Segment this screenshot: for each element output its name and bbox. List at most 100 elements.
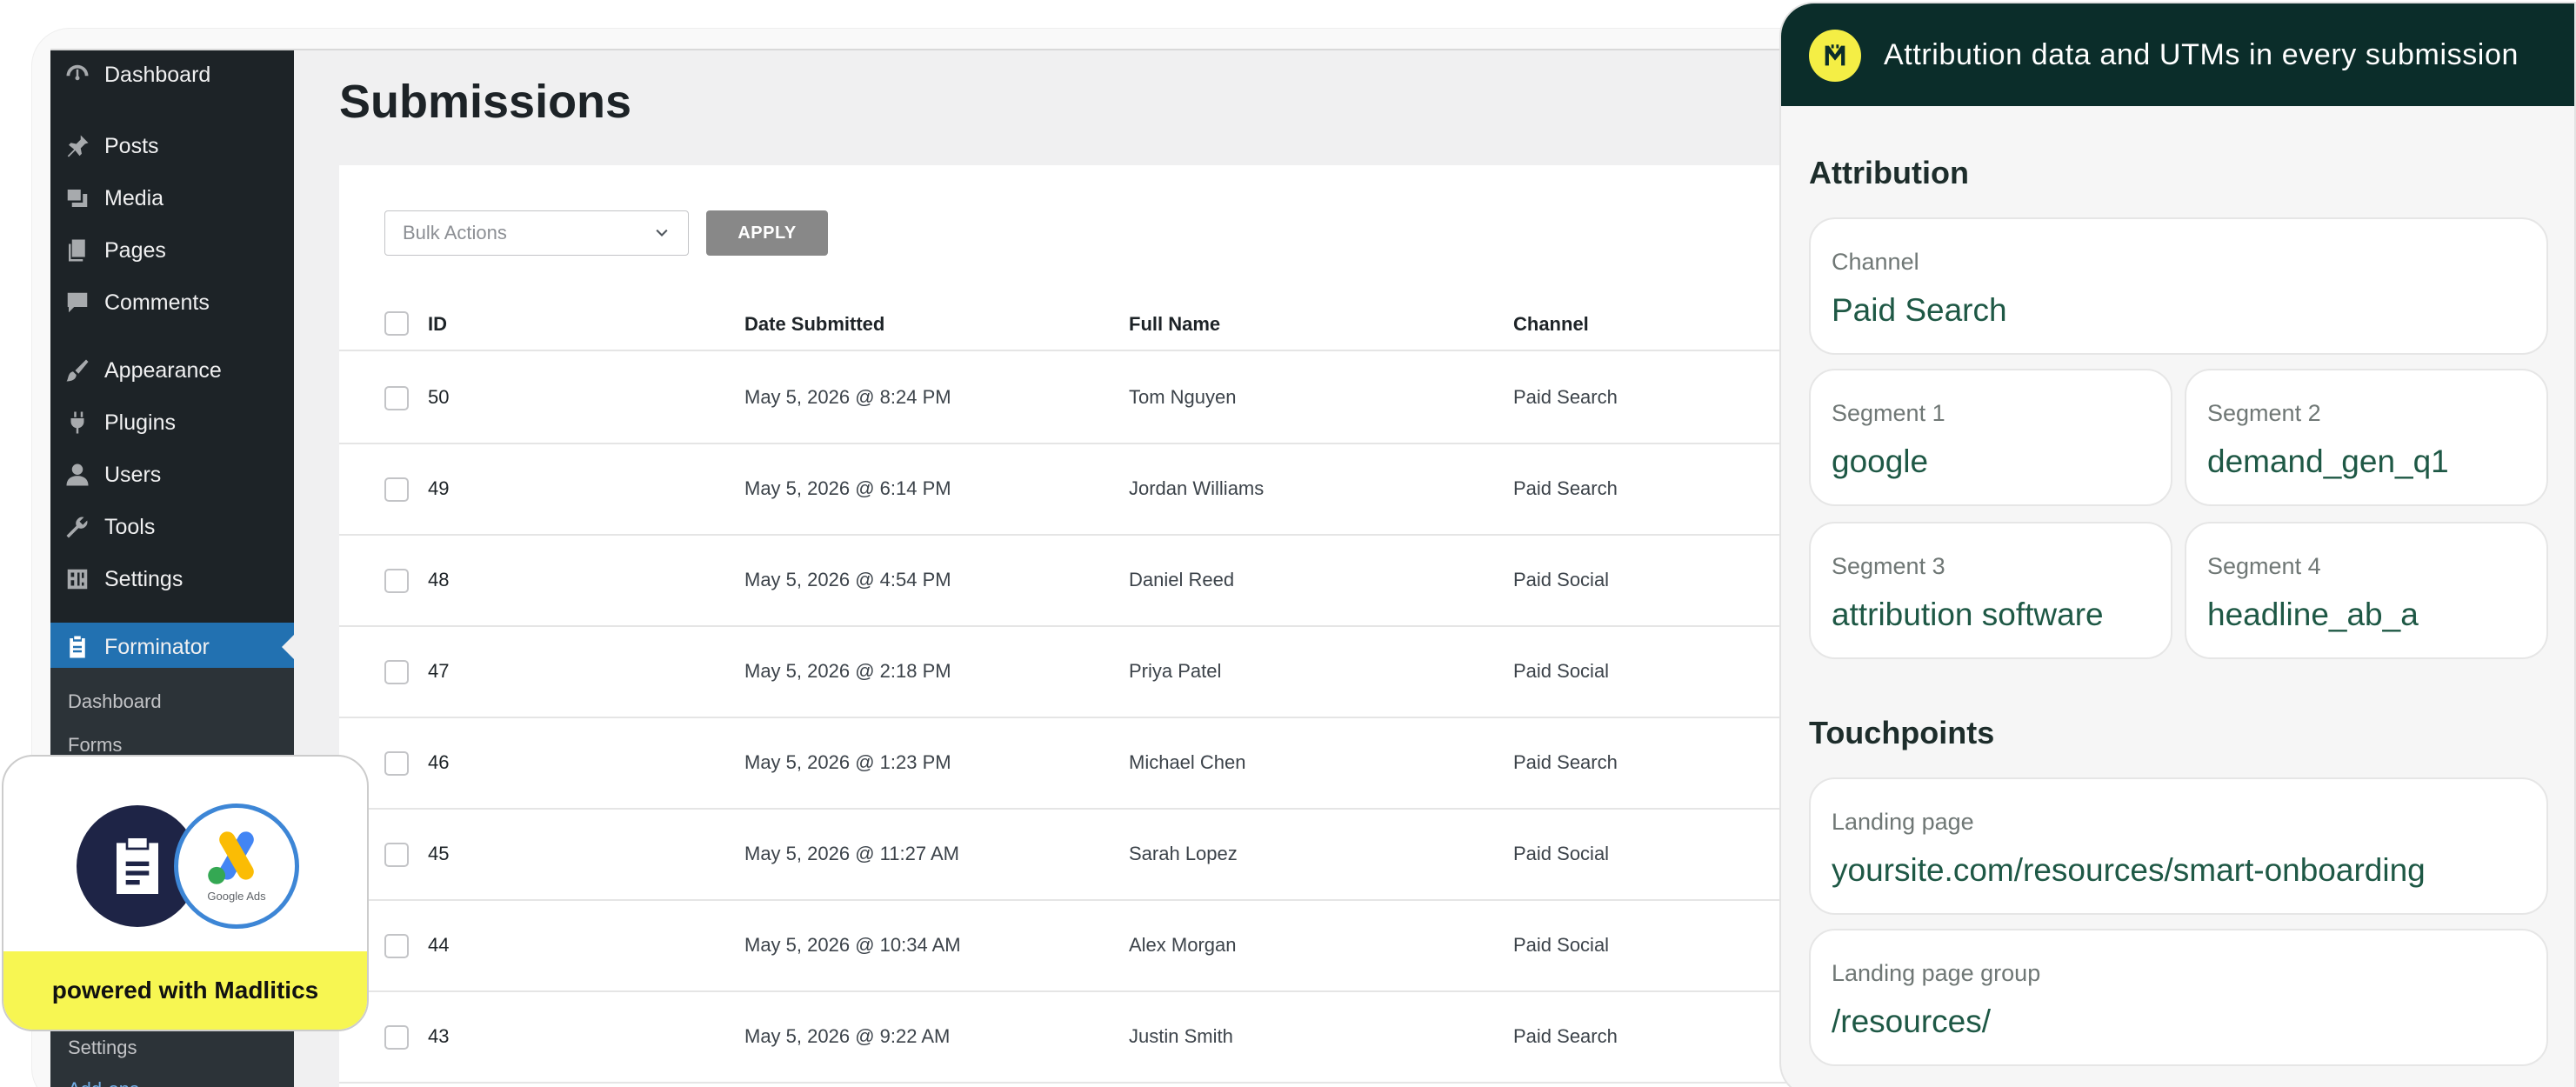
cell-full-name: Sarah Lopez [1129,843,1238,864]
attribution-heading: Attribution [1809,155,1969,190]
field-label: Landing page group [1832,960,2041,986]
submenu-item-settings[interactable]: Settings [68,1037,137,1059]
sidebar-item-posts[interactable]: Posts [50,122,294,170]
field-label: Channel [1832,249,1919,275]
sidebar-item-settings[interactable]: Settings [50,555,294,604]
sidebar-item-label: Settings [104,566,184,591]
column-header-date-submitted[interactable]: Date Submitted [744,313,884,336]
submissions-card: Bulk Actions APPLY ID Date Submitted Ful… [339,165,1790,1087]
sidebar-item-forminator[interactable]: Forminator [50,623,294,671]
cell-channel: Paid Social [1513,934,1610,956]
cell-full-name: Priya Patel [1129,660,1222,682]
google-ads-logo: Google Ads [174,804,299,929]
cell-full-name: Jordan Williams [1129,477,1265,499]
cell-id: 43 [428,1025,450,1047]
cell-date-submitted: May 5, 2026 @ 9:22 AM [744,1025,951,1047]
main-content: Submissions Bulk Actions APPLY ID Date S… [294,50,1790,1087]
sidebar-item-comments[interactable]: Comments [50,278,294,327]
row-checkbox[interactable] [384,569,409,593]
brush-icon [50,346,104,395]
segment-1-field: Segment 1 google [1809,369,2172,506]
table-row[interactable]: 48 May 5, 2026 @ 4:54 PM Daniel Reed Paid S… [339,536,1790,627]
field-value: google [1832,443,1929,479]
submenu-item-forms[interactable]: Forms [68,734,122,757]
sidebar-item-label: Pages [104,237,166,263]
sidebar-item-label: Plugins [104,410,176,435]
row-checkbox[interactable] [384,843,409,867]
sidebar-item-users[interactable]: Users [50,450,294,499]
cell-full-name: Alex Morgan [1129,934,1237,956]
sidebar-item-label: Tools [104,514,156,539]
select-all-checkbox[interactable] [384,311,409,336]
madlitics-icon [1825,44,1845,66]
wrench-icon [50,503,104,551]
sidebar-item-media[interactable]: Media [50,174,294,223]
sidebar-item-label: Media [104,185,164,210]
cell-id: 47 [428,660,450,682]
clipboard-icon [50,623,104,671]
cell-date-submitted: May 5, 2026 @ 10:34 AM [744,934,961,956]
cell-id: 44 [428,934,450,956]
bulk-actions-label: Bulk Actions [403,222,507,243]
row-checkbox[interactable] [384,477,409,502]
row-checkbox[interactable] [384,386,409,410]
cell-channel: Paid Search [1513,386,1618,408]
cell-date-submitted: May 5, 2026 @ 6:14 PM [744,477,951,499]
sidebar-item-label: Posts [104,133,159,158]
google-ads-icon [208,830,254,884]
row-checkbox[interactable] [384,1025,409,1050]
table-row[interactable]: 46 May 5, 2026 @ 1:23 PM Michael Chen Paid … [339,718,1790,810]
sidebar-item-label: Comments [104,290,210,315]
table-row[interactable]: 47 May 5, 2026 @ 2:18 PM Priya Patel Paid S… [339,627,1790,718]
pages-icon [50,226,104,275]
sidebar-item-dashboard[interactable]: Dashboard [50,50,294,99]
plug-icon [50,398,104,447]
submenu-item-dashboard[interactable]: Dashboard [68,690,162,713]
bulk-actions-select[interactable]: Bulk Actions [384,210,689,256]
column-header-full-name[interactable]: Full Name [1129,313,1220,336]
table-row[interactable]: 45 May 5, 2026 @ 11:27 AM Sarah Lopez Paid … [339,810,1790,901]
table-row[interactable]: 49 May 5, 2026 @ 6:14 PM Jordan Williams Pa… [339,444,1790,536]
table-row[interactable]: 44 May 5, 2026 @ 10:34 AM Alex Morgan Paid … [339,901,1790,992]
page-title: Submissions [339,76,632,128]
landing-page-field: Landing page yoursite.com/resources/smar… [1809,777,2548,915]
segment-3-field: Segment 3 attribution software [1809,522,2172,659]
row-checkbox[interactable] [384,751,409,776]
chevron-down-icon [656,229,668,237]
cell-id: 49 [428,477,450,499]
sidebar-item-plugins[interactable]: Plugins [50,398,294,447]
field-value: attribution software [1832,597,2104,632]
cell-id: 45 [428,843,450,864]
attribution-panel: Attribution data and UTMs in every submi… [1779,2,2576,1087]
submenu-item-add-ons[interactable]: Add-ons [68,1078,139,1087]
cell-channel: Paid Social [1513,660,1610,682]
field-value: yoursite.com/resources/smart-onboarding [1832,852,2426,888]
segment-4-field: Segment 4 headline_ab_a [2185,522,2548,659]
field-label: Landing page [1832,809,1974,835]
table-row[interactable]: 43 May 5, 2026 @ 9:22 AM Justin Smith Paid … [339,992,1790,1084]
cell-full-name: Justin Smith [1129,1025,1233,1047]
row-checkbox[interactable] [384,660,409,684]
apply-button[interactable]: APPLY [706,210,828,256]
panel-title: Attribution data and UTMs in every submi… [1884,38,2519,71]
field-value: /resources/ [1832,1004,1992,1039]
cell-id: 48 [428,569,450,590]
settings-icon [50,555,104,604]
channel-field: Channel Paid Search [1809,217,2548,355]
field-label: Segment 3 [1832,553,1945,579]
cell-full-name: Michael Chen [1129,751,1246,773]
column-header-channel[interactable]: Channel [1513,313,1589,336]
sidebar-item-appearance[interactable]: Appearance [50,346,294,395]
cell-channel: Paid Social [1513,569,1610,590]
cell-id: 50 [428,386,450,408]
column-header-id[interactable]: ID [428,313,447,336]
sidebar-item-label: Forminator [104,634,210,659]
field-label: Segment 4 [2207,553,2321,579]
sidebar-item-pages[interactable]: Pages [50,226,294,275]
powered-by-label: powered with Madlitics [3,951,367,1030]
sidebar-item-label: Dashboard [104,62,211,87]
dashboard-icon [50,50,104,99]
sidebar-item-tools[interactable]: Tools [50,503,294,551]
row-checkbox[interactable] [384,934,409,958]
table-row[interactable]: 50 May 5, 2026 @ 8:24 PM Tom Nguyen Paid Se… [339,353,1790,444]
